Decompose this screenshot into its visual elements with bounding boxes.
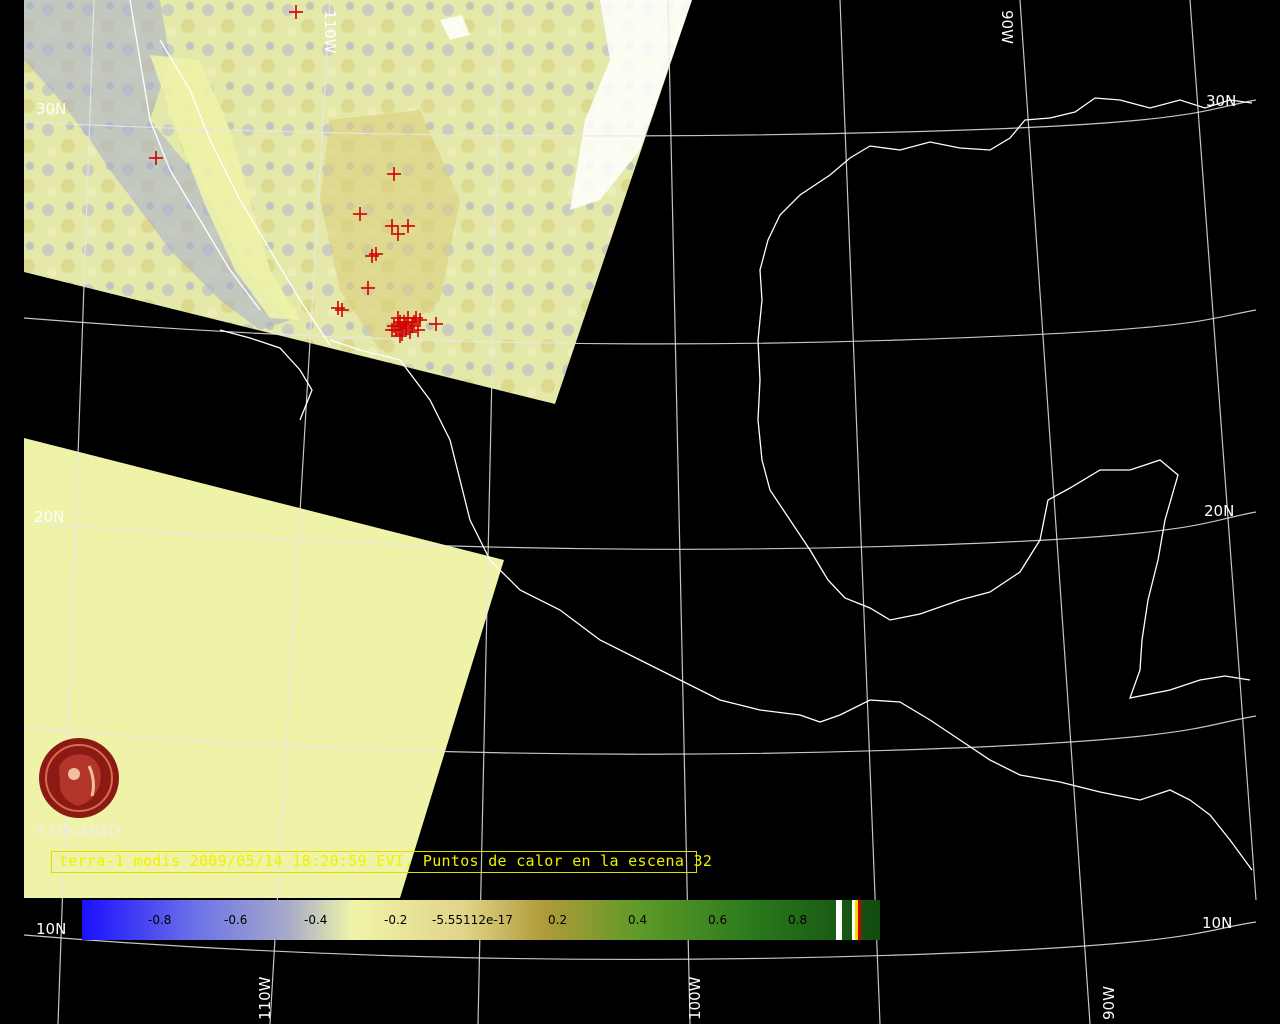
label-lon-100w-bottom: 100W	[686, 976, 704, 1020]
colorbar-tick-2: -0.4	[304, 913, 327, 927]
colorbar-marker-white-2	[852, 900, 855, 940]
label-lat-10n-right: 10N	[1202, 914, 1232, 932]
label-lat-20n: 20N	[34, 508, 64, 526]
label-lat-30n: 30N	[36, 100, 66, 118]
colorbar-tick-8: 0.8	[788, 913, 807, 927]
colorbar-marker-white	[836, 900, 842, 940]
colorbar-tick-7: 0.6	[708, 913, 727, 927]
label-lon-110w-top: 110W	[321, 10, 339, 54]
colorbar-tick-labels: -0.8 -0.6 -0.4 -0.2 -5.55112e-17 0.2 0.4 0.6 0.8	[148, 913, 807, 927]
label-lon-90w-top: 90W	[998, 10, 1016, 44]
colorbar-tick-6: 0.4	[628, 913, 647, 927]
label-lat-20n-right: 20N	[1204, 502, 1234, 520]
colorbar: -0.8 -0.6 -0.4 -0.2 -5.55112e-17 0.2 0.4 0.6 0.8	[82, 900, 880, 940]
colorbar-tick-3: -0.2	[384, 913, 407, 927]
colorbar-tick-0: -0.8	[148, 913, 171, 927]
label-lon-90w-bottom: 90W	[1100, 986, 1118, 1020]
logo-text: CONABIO	[38, 822, 122, 840]
scene-caption: terra-1 modis 2009/05/14 18:20:59 EVI, P…	[59, 852, 713, 870]
colorbar-tick-4: -5.55112e-17	[432, 913, 513, 927]
colorbar-marker-yellow	[855, 900, 858, 940]
colorbar-marker-red	[858, 900, 861, 940]
colorbar-tick-5: 0.2	[548, 913, 567, 927]
label-lon-110w-bottom: 110W	[256, 976, 274, 1020]
label-lat-30n-right: 30N	[1206, 92, 1236, 110]
label-lat-10n: 10N	[36, 920, 66, 938]
colorbar-tick-1: -0.6	[224, 913, 247, 927]
